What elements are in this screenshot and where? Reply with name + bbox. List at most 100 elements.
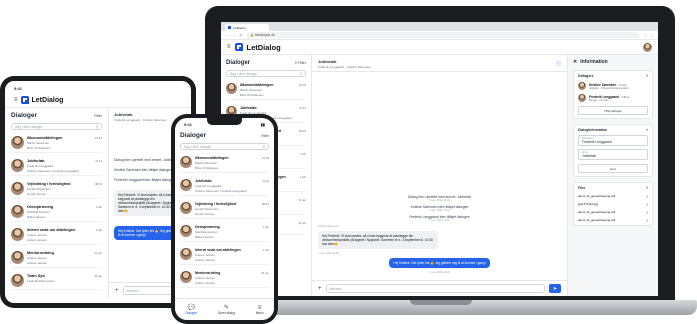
- dialog-list-item[interactable]: Internt snak om afdelingenAnders JensenA…: [180, 246, 269, 265]
- dialog-title: Internt snak om afdelingen: [27, 228, 76, 232]
- save-button[interactable]: Gem: [578, 164, 648, 173]
- hamburger-icon[interactable]: ≡: [227, 44, 231, 50]
- dialog-detail: Anders Jensen: [27, 238, 48, 242]
- file-item[interactable]: jpg1471110.jpg ⤓: [578, 202, 648, 206]
- avatar: [180, 271, 192, 283]
- dialog-subtitle: Anders Jensen: [195, 253, 216, 257]
- filter-button[interactable]: Filter: [94, 114, 102, 118]
- participant-item[interactable]: Frederik Lenggaard · Offline Borger · Nyt…: [578, 94, 648, 102]
- dialog-time: 10:18: [95, 136, 102, 140]
- dialog-title: Jobforløb: [195, 179, 212, 183]
- dialog-list-item[interactable]: GenoptræningMathilde HansenRikke Hansen 1…: [11, 203, 102, 222]
- file-item[interactable]: demo_lit_genoptraening.pdf ⤓: [578, 194, 648, 198]
- download-icon[interactable]: ⤓: [647, 210, 648, 214]
- nav-menu[interactable]: ≡ Menu: [256, 305, 264, 315]
- back-icon[interactable]: ←: [225, 33, 228, 37]
- plus-icon[interactable]: +: [115, 288, 119, 294]
- plus-icon[interactable]: +: [318, 286, 322, 292]
- message-input[interactable]: Besked: [325, 284, 545, 293]
- participant-item[interactable]: Kristine Sørensen · Online Vejleder · Vir…: [578, 82, 648, 90]
- list-title: Dialoger: [226, 60, 251, 66]
- close-icon[interactable]: ✕: [573, 59, 577, 65]
- dialog-subtitle: Martin Sørensen: [195, 161, 218, 165]
- dialog-time: 11:12: [262, 179, 269, 183]
- forward-icon[interactable]: →: [232, 33, 235, 37]
- dialog-list-item[interactable]: MentorordningAnders JensenAnders Jensen3…: [180, 269, 269, 288]
- dialog-detail: Anders Jensen: [27, 261, 48, 265]
- avatar: [11, 136, 24, 149]
- dialog-list-item[interactable]: Økonomiafdelingen Martin Sørensen Birte Ch…: [226, 81, 306, 100]
- browser-tab-title: LetDialog: [233, 25, 246, 30]
- send-button[interactable]: ➤: [549, 284, 561, 293]
- dialog-time: 31 jan: [298, 198, 306, 202]
- dialog-list-item[interactable]: Økonomiafdelingen Martin Sørensen Birte Ch…: [180, 154, 269, 173]
- search-icon: ⚲: [262, 144, 265, 149]
- star-icon[interactable]: ☆: [644, 33, 647, 37]
- dialog-title: Jobforløb: [240, 106, 257, 110]
- search-placeholder: Søg i dine dialoger: [230, 71, 258, 76]
- dialog-subtitle: Frederik Rasmussen: [27, 279, 55, 283]
- information-panel: ✕ Information Deltagere ˄ Kristine Sørense…: [568, 55, 658, 296]
- add-participant-button[interactable]: Tilføj deltager: [578, 106, 648, 115]
- incoming-message: Hej Frederik. Vi skal mødes, så vi kan b…: [318, 231, 438, 249]
- dialog-title: Økonomiafdelingen: [240, 83, 274, 87]
- dialog-list-item[interactable]: Økonomiafdelingen Martin Sørensen Birte Ch…: [11, 134, 102, 153]
- search-input[interactable]: Søg i dine dialoger ⚲: [226, 70, 306, 77]
- dialog-list-item[interactable]: Team SydFrederik Rasmussen 31 jan: [11, 272, 102, 290]
- download-icon[interactable]: ⤓: [647, 218, 648, 222]
- browser-tab[interactable]: LetDialog: [225, 24, 269, 31]
- nav-dialoger[interactable]: 💬 Dialoger: [185, 304, 197, 315]
- info-title: Information: [580, 59, 608, 65]
- dialog-detail: Rikke Hansen: [27, 215, 46, 219]
- filter-button[interactable]: Filter: [261, 134, 269, 138]
- status-time: 9:41: [184, 122, 193, 127]
- dialog-title: Genoptræning: [195, 225, 220, 229]
- chevron-up-icon[interactable]: ˄: [646, 74, 648, 78]
- file-item[interactable]: demo_lit_genoptraening.pdf ⤓: [578, 210, 648, 214]
- chevron-up-icon[interactable]: ˄: [646, 186, 648, 190]
- chat-icon: 💬: [187, 305, 195, 311]
- download-icon[interactable]: ⤓: [647, 194, 648, 198]
- reload-icon[interactable]: ↻: [239, 33, 242, 37]
- dialog-list-item[interactable]: Internt snak om afdelingenAnders JensenA…: [11, 226, 102, 245]
- dialog-subtitle: Martin Sørensen: [240, 88, 263, 92]
- address-bar[interactable]: 🔒 letdialogue.dk: [246, 32, 640, 38]
- dialog-title: Jobforløb: [27, 159, 45, 163]
- info-icon[interactable]: ⓘ: [556, 60, 561, 67]
- chat-participants: Frederik Lenggaard · Kristine Sørensen: [318, 65, 371, 69]
- search-input[interactable]: Søg i dine dialoger ⚲: [11, 123, 102, 130]
- dialog-list-item[interactable]: MentorordningAnders JensenAnders Jensen3…: [11, 249, 102, 268]
- dialog-list-item[interactable]: GenoptræningMathilde HansenRikke Hansen 1…: [180, 223, 269, 242]
- dialog-title: Internt snak om afdelingen: [195, 248, 241, 252]
- chat-panel: Jobforløb Frederik Lenggaard · Kristine …: [312, 55, 568, 296]
- owner-field[interactable]: Dialogejer Frederik Lenggaard: [578, 135, 648, 146]
- phone-notch: [207, 118, 242, 125]
- filter-button[interactable]: ⚲ Filter: [295, 61, 306, 65]
- dialog-title: Team Syd: [27, 274, 45, 278]
- dialog-time: 1 feb: [95, 228, 102, 232]
- browser-menu-icon[interactable]: ⋮: [651, 33, 654, 37]
- user-avatar[interactable]: [643, 42, 652, 52]
- dialog-title: Genoptræning: [27, 205, 54, 209]
- topic-field[interactable]: Emne Jobforløb: [578, 149, 648, 160]
- dialog-subtitle: Mathilde Hansen: [27, 210, 50, 214]
- chevron-up-icon[interactable]: ˄: [646, 128, 648, 132]
- dialog-list-item[interactable]: Vejledning i fortrolighedHenrik Mortense…: [11, 180, 102, 199]
- dialog-detail: Birte Christiansen: [240, 93, 264, 97]
- download-icon[interactable]: ⤓: [647, 202, 648, 206]
- dialog-subtitle: Frederik Lenggaard: [195, 184, 222, 188]
- dialog-list-item[interactable]: JobforløbFrederik LenggaardKristine Søre…: [11, 157, 102, 176]
- message-author: Kristine Sørensen: [318, 225, 339, 228]
- search-input[interactable]: Søg i dine dialoger ⚲: [180, 143, 269, 150]
- dialog-list-item[interactable]: JobforløbFrederik LenggaardKristine Søre…: [180, 177, 269, 196]
- dialog-subtitle: Anders Jensen: [27, 256, 48, 260]
- hamburger-icon[interactable]: ≡: [14, 97, 18, 103]
- battery-icon: ▮▮: [260, 122, 265, 127]
- file-item[interactable]: demo_lit_genoptraening.pdf ⤓: [578, 218, 648, 222]
- dialog-info-card: Dialoginformation ˄ Dialogejer Frederik Le…: [573, 124, 653, 177]
- nav-opret-dialog[interactable]: ✎ Opret dialog: [218, 304, 235, 315]
- avatar: [180, 225, 192, 237]
- dialog-list-item[interactable]: Vejledning i fortrolighedHenrik Mortense…: [180, 200, 269, 219]
- search-icon: ⚲: [299, 71, 302, 76]
- message-time: 1 sep. 2022 14:06: [429, 271, 450, 274]
